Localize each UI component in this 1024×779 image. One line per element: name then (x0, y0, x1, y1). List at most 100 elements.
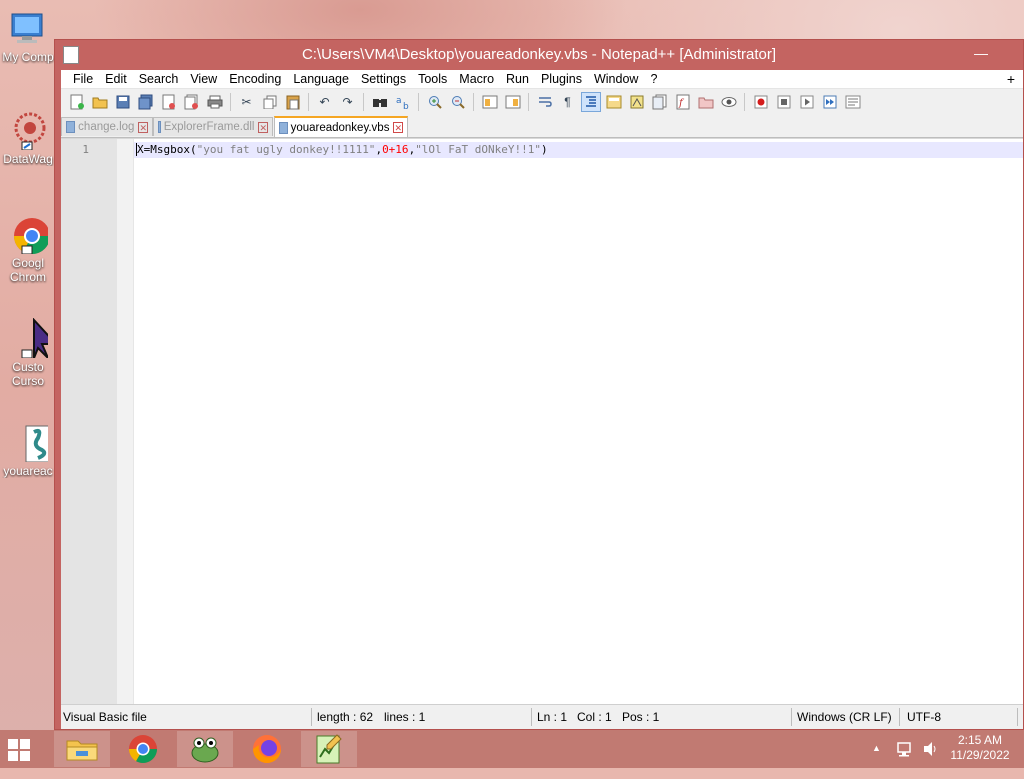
sync-horizontal-icon[interactable] (504, 93, 522, 111)
taskbar-notepadpp[interactable] (301, 731, 357, 767)
status-eol[interactable]: Windows (CR LF) (797, 705, 892, 729)
new-file-icon[interactable] (68, 93, 86, 111)
cut-icon[interactable]: ✂ (238, 93, 256, 111)
open-file-icon[interactable] (91, 93, 109, 111)
notepadpp-window: C:\Users\VM4\Desktop\youareadonkey.vbs -… (54, 39, 1024, 730)
menu-edit[interactable]: Edit (99, 70, 133, 88)
menu-help[interactable]: ? (644, 70, 663, 88)
tab-bar: change.log ✕ ExplorerFrame.dll ✕ youarea… (61, 115, 1023, 138)
status-divider (899, 708, 900, 726)
status-encoding[interactable]: UTF-8 (907, 705, 941, 729)
code-token-close-paren: ) (541, 143, 548, 156)
svg-text:a: a (396, 96, 402, 106)
close-tab-icon[interactable]: ✕ (138, 121, 148, 133)
record-macro-icon[interactable] (752, 93, 770, 111)
svg-text:b: b (403, 102, 409, 110)
zoom-in-icon[interactable] (426, 93, 444, 111)
close-tab-icon[interactable]: ✕ (393, 122, 403, 133)
taskbar-firefox[interactable] (239, 731, 295, 767)
desktop-icon-label-2: Chrom (9, 270, 46, 284)
file-icon (279, 121, 288, 134)
desktop-icon-datawag[interactable]: DataWag (0, 110, 56, 166)
menu-search[interactable]: Search (133, 70, 185, 88)
menu-settings[interactable]: Settings (355, 70, 412, 88)
menu-language[interactable]: Language (287, 70, 355, 88)
code-token-number: 0+16 (382, 143, 409, 156)
tab-explorerframe-dll[interactable]: ExplorerFrame.dll ✕ (153, 117, 273, 136)
taskbar: ▲ 2:15 AM 11/29/2022 (0, 730, 1024, 768)
run-macro-multiple-icon[interactable] (821, 93, 839, 111)
desktop-icon-google-chrome[interactable]: Googl Chrom (0, 214, 56, 284)
word-wrap-icon[interactable] (536, 93, 554, 111)
datawag-icon (8, 110, 48, 151)
vbs-file-icon (8, 422, 56, 463)
title-bar[interactable]: C:\Users\VM4\Desktop\youareadonkey.vbs -… (55, 40, 1023, 70)
replace-icon[interactable]: ab (394, 93, 412, 111)
computer-icon (8, 8, 48, 48)
copy-icon[interactable] (261, 93, 279, 111)
desktop-icon-youareadonkey[interactable]: youareac (0, 422, 56, 478)
undo-icon[interactable]: ↶ (316, 93, 334, 111)
monitoring-icon[interactable] (720, 93, 738, 111)
save-icon[interactable] (114, 93, 132, 111)
menu-encoding[interactable]: Encoding (223, 70, 287, 88)
menu-window[interactable]: Window (588, 70, 644, 88)
menu-view[interactable]: View (184, 70, 223, 88)
toolbar-separator (418, 93, 419, 111)
toolbar-separator (230, 93, 231, 111)
function-list-icon[interactable]: f (674, 93, 692, 111)
clock-time: 2:15 AM (957, 733, 1003, 747)
code-line-1[interactable]: X=Msgbox("you fat ugly donkey!!1111",0+1… (136, 142, 548, 158)
tab-youareadonkey-vbs[interactable]: youareadonkey.vbs ✕ (274, 116, 408, 137)
find-icon[interactable] (371, 93, 389, 111)
add-menu-plus-button[interactable]: + (1007, 71, 1023, 87)
document-map-icon[interactable] (628, 93, 646, 111)
print-icon[interactable] (206, 93, 224, 111)
close-all-icon[interactable] (183, 93, 201, 111)
start-button[interactable] (8, 739, 30, 761)
menu-run[interactable]: Run (500, 70, 535, 88)
network-icon[interactable] (896, 740, 914, 778)
paste-icon[interactable] (284, 93, 302, 111)
stop-recording-icon[interactable] (775, 93, 793, 111)
desktop-icon-custom-cursor[interactable]: Custo Curso (0, 318, 56, 388)
code-area[interactable]: X=Msgbox("you fat ugly donkey!!1111",0+1… (134, 139, 1023, 705)
close-file-icon[interactable] (160, 93, 178, 111)
tab-change-log[interactable]: change.log ✕ (61, 117, 153, 136)
editor-area[interactable]: 1 X=Msgbox("you fat ugly donkey!!1111",0… (61, 138, 1023, 705)
sync-vertical-icon[interactable] (481, 93, 499, 111)
tab-label: youareadonkey.vbs (290, 121, 390, 134)
taskbar-file-explorer[interactable] (54, 731, 110, 767)
folder-as-workspace-icon[interactable] (697, 93, 715, 111)
menu-tools[interactable]: Tools (412, 70, 453, 88)
status-bar: Visual Basic file length : 62 lines : 1 … (61, 704, 1023, 729)
clock[interactable]: 2:15 AM 11/29/2022 (944, 733, 1016, 771)
document-list-icon[interactable] (651, 93, 669, 111)
menu-macro[interactable]: Macro (453, 70, 500, 88)
status-divider (791, 708, 792, 726)
taskbar-chrome[interactable] (115, 731, 171, 767)
tab-label: change.log (78, 121, 135, 133)
save-all-icon[interactable] (137, 93, 155, 111)
show-all-characters-icon[interactable]: ¶ (559, 93, 577, 111)
playback-macro-icon[interactable] (798, 93, 816, 111)
volume-icon[interactable] (922, 740, 940, 778)
status-col: Col : 1 (577, 710, 612, 724)
status-pos: Pos : 1 (622, 710, 660, 724)
menu-file[interactable]: File (67, 70, 99, 88)
notepadpp-icon (316, 734, 342, 764)
file-icon (158, 121, 161, 133)
menu-plugins[interactable]: Plugins (535, 70, 588, 88)
user-defined-language-icon[interactable] (605, 93, 623, 111)
desktop-icon-label: My Comp (2, 50, 54, 64)
show-hidden-icons-button[interactable]: ▲ (872, 741, 881, 779)
close-tab-icon[interactable]: ✕ (258, 121, 268, 133)
save-macro-icon[interactable] (844, 93, 862, 111)
indent-guide-icon[interactable] (580, 92, 601, 112)
taskbar-frog-app[interactable] (177, 731, 233, 767)
desktop-icon-my-computer[interactable]: My Comp (0, 8, 56, 64)
fold-margin[interactable] (117, 139, 134, 705)
redo-icon[interactable]: ↷ (339, 93, 357, 111)
zoom-out-icon[interactable] (449, 93, 467, 111)
minimize-button[interactable]: — (967, 42, 995, 64)
